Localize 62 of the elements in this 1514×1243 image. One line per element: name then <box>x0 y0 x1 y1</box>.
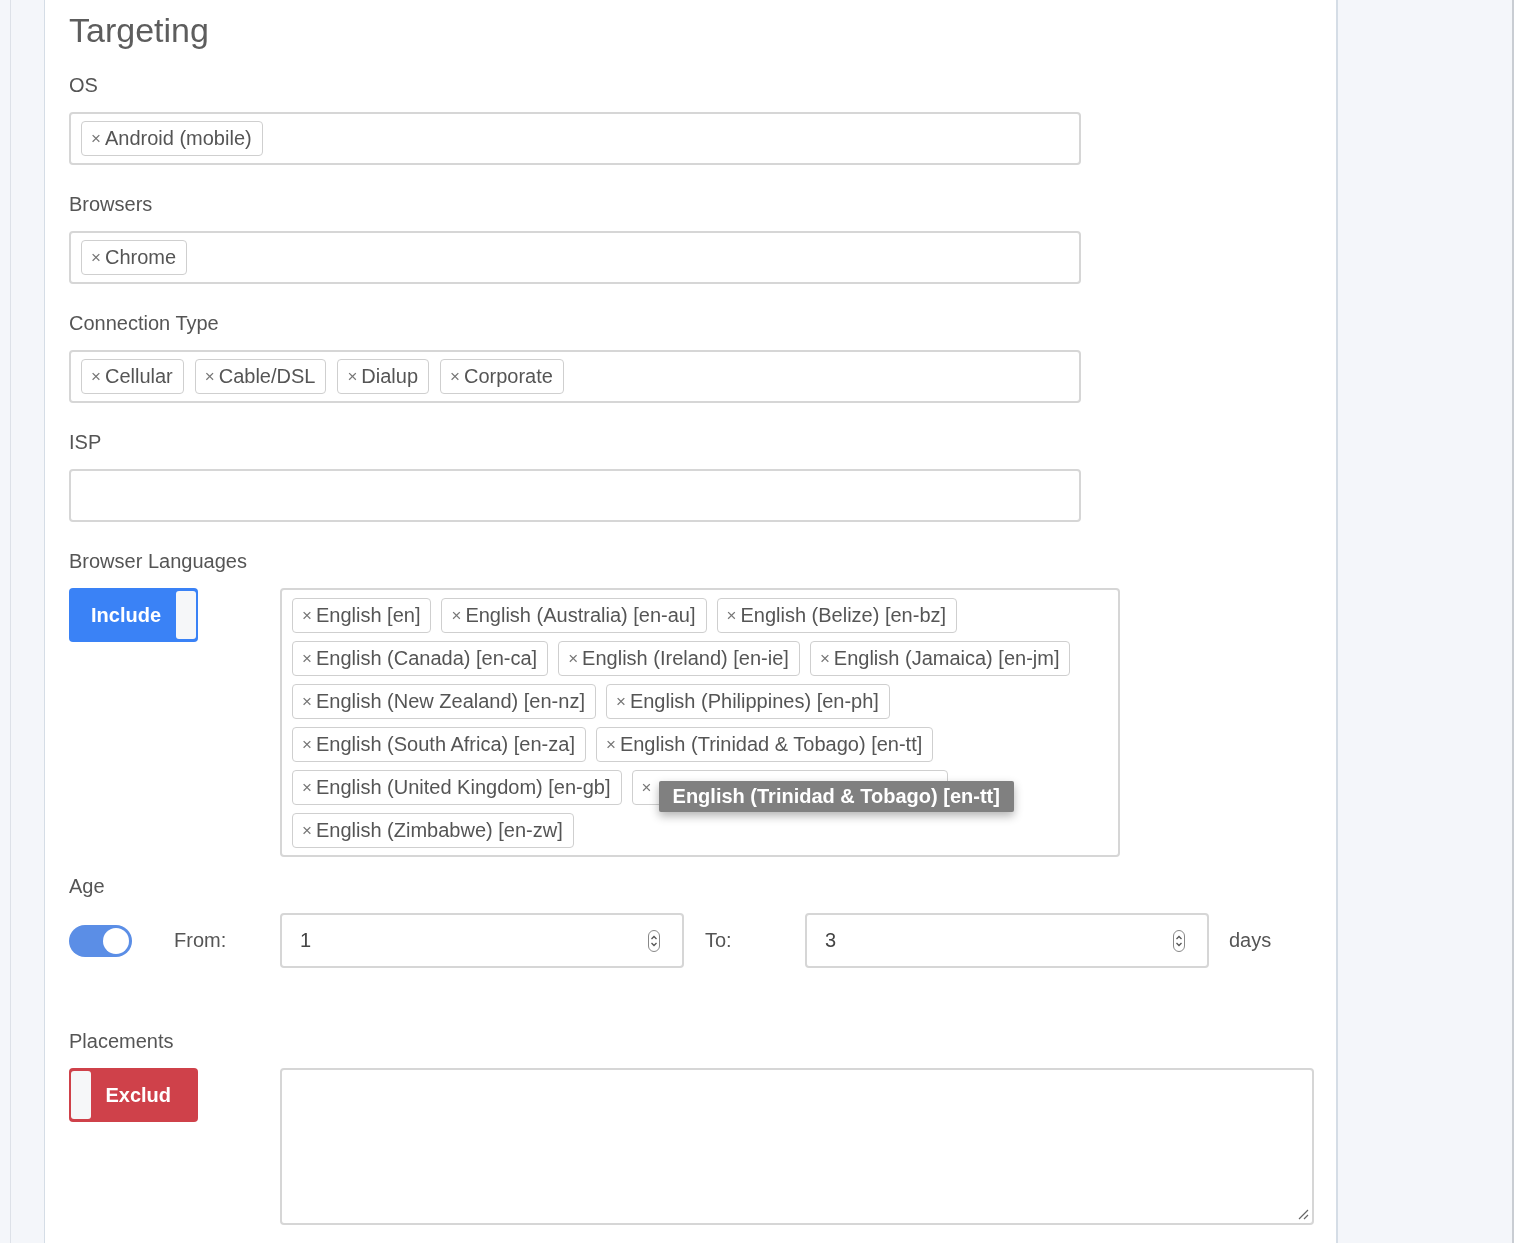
remove-icon[interactable]: × <box>302 777 312 798</box>
tag-label: English (Ireland) [en-ie] <box>582 647 789 670</box>
tag-label: English (New Zealand) [en-nz] <box>315 690 585 713</box>
tag-label: Cable/DSL <box>218 365 316 388</box>
number-field[interactable]: 3 <box>805 913 1209 968</box>
field-label: Age <box>69 874 106 899</box>
field-label: Browsers <box>69 192 154 217</box>
remove-icon[interactable]: × <box>302 820 312 841</box>
tag-label: Corporate <box>464 365 553 388</box>
toggle-switch[interactable] <box>69 924 132 957</box>
remove-icon[interactable]: × <box>615 691 626 712</box>
tag-label: English (Jamaica) [en-jm] <box>833 647 1060 670</box>
tag-select-field[interactable]: × Android (mobile) <box>69 112 1081 165</box>
remove-icon[interactable]: × <box>91 247 101 268</box>
tag-label: Dialup <box>361 365 419 388</box>
remove-icon[interactable]: × <box>302 734 312 755</box>
tag-label: Chrome <box>104 246 177 269</box>
tag-label: English (Australia) [en-au] <box>465 604 696 627</box>
remove-icon[interactable]: × <box>605 734 616 755</box>
remove-icon[interactable]: × <box>641 777 652 798</box>
tag-label: English (United Kingdom) [en-gb] <box>315 776 611 799</box>
remove-icon[interactable]: × <box>568 648 579 669</box>
tag-label: Cellular <box>104 365 173 388</box>
spinner-icon[interactable] <box>648 929 660 952</box>
field-label: Placements <box>69 1029 175 1054</box>
tag-label: English (Canada) [en-ca] <box>315 647 538 670</box>
tag-label: English [en] <box>315 604 421 627</box>
resize-handle-icon[interactable] <box>1297 1208 1309 1220</box>
remove-icon[interactable]: × <box>302 648 312 669</box>
exclude-toggle[interactable]: Exclud <box>69 1068 198 1122</box>
tag-select-field[interactable] <box>69 469 1081 522</box>
tag-select-field[interactable] <box>280 588 1120 857</box>
tag-label: English (Belize) [en-bz] <box>740 604 947 627</box>
tag-label: Android (mobile) <box>104 127 252 150</box>
remove-icon[interactable]: × <box>819 648 830 669</box>
to-label: To: <box>705 929 733 952</box>
number-field[interactable]: 1 <box>280 913 684 968</box>
unit-label: days <box>1229 929 1272 952</box>
remove-icon[interactable]: × <box>91 366 101 387</box>
section-title: Targeting <box>69 10 210 51</box>
remove-icon[interactable]: × <box>302 605 312 626</box>
tag-label: English (Trinidad & Tobago) [en-tt] <box>619 733 923 756</box>
tag-label: English (South Africa) [en-za] <box>315 733 575 756</box>
tag-select-field[interactable]: × Cellular × Cable/DSL × Dialup × Corporate <box>69 350 1081 403</box>
remove-icon[interactable]: × <box>302 691 312 712</box>
remove-icon[interactable]: × <box>450 366 460 387</box>
remove-icon[interactable]: × <box>91 128 101 149</box>
from-label: From: <box>174 929 228 952</box>
tooltip: English (Trinidad & Tobago) [en-tt] <box>658 781 1014 812</box>
remove-icon[interactable]: × <box>347 366 358 387</box>
field-label: ISP <box>69 430 103 455</box>
tag-label: English (Philippines) [en-ph] <box>629 690 879 713</box>
remove-icon[interactable]: × <box>726 605 737 626</box>
tag-select-field[interactable]: × Chrome <box>69 231 1081 284</box>
field-label: Browser Languages <box>69 549 248 574</box>
remove-icon[interactable]: × <box>204 366 215 387</box>
field-label: OS <box>69 73 99 98</box>
field-label: Connection Type <box>69 311 220 336</box>
tag-label: English (Zimbabwe) [en-zw] <box>315 819 563 842</box>
spinner-icon[interactable] <box>1173 929 1185 952</box>
remove-icon[interactable]: × <box>451 605 462 626</box>
include-toggle[interactable]: Include <box>69 588 198 642</box>
